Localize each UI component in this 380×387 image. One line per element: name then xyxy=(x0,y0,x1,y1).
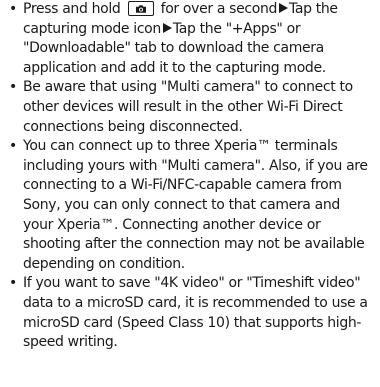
note-text: If you want to save "4K video" or "Times… xyxy=(23,275,368,351)
right-arrow-icon xyxy=(162,22,172,33)
note-text: You can connect up to three Xperia™ term… xyxy=(23,138,368,272)
bullet: • xyxy=(9,1,17,17)
note-item: • If you want to save "4K video" or "Tim… xyxy=(4,274,374,352)
note-text: Be aware that using "Multi camera" to co… xyxy=(23,79,353,135)
note-text: for over a second xyxy=(160,1,278,17)
note-text: Press and hold xyxy=(23,1,121,17)
camera-key-icon xyxy=(127,1,154,16)
note-item: • Press and hold for over a second Tap th… xyxy=(4,0,374,78)
note-item: • You can connect up to three Xperia™ te… xyxy=(4,137,374,274)
notes-list: • Press and hold for over a second Tap th… xyxy=(0,0,380,353)
bullet: • xyxy=(9,138,17,155)
bullet: • xyxy=(9,79,17,96)
right-arrow-icon xyxy=(279,3,289,13)
bullet: • xyxy=(9,275,17,292)
note-item: • Be aware that using "Multi camera" to … xyxy=(4,78,374,137)
